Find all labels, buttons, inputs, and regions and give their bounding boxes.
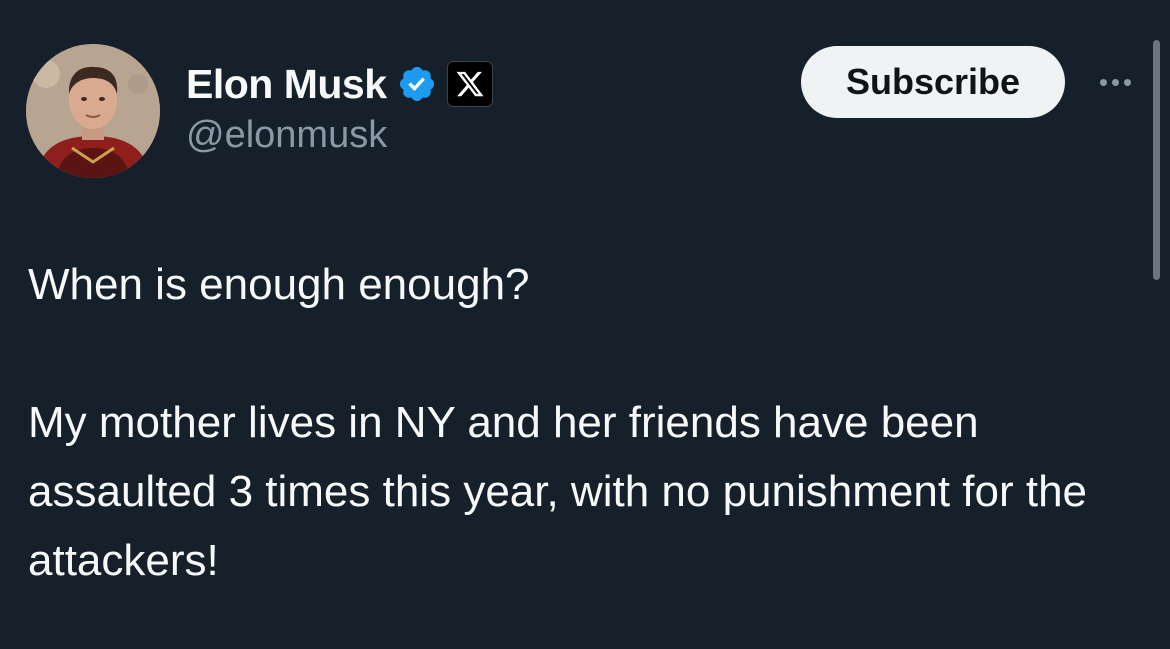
- tweet-text: When is enough enough? My mother lives i…: [28, 250, 1138, 595]
- tweet-paragraph: My mother lives in NY and her friends ha…: [28, 398, 1088, 585]
- more-horizontal-icon[interactable]: [1091, 64, 1139, 100]
- scrollbar[interactable]: [1153, 40, 1160, 280]
- x-logo-icon[interactable]: [446, 61, 493, 107]
- avatar[interactable]: [26, 44, 160, 178]
- more-dot: [1111, 78, 1119, 86]
- tweet-card: Elon Musk @elonmusk Subscribe When is en…: [0, 0, 1170, 649]
- author-handle[interactable]: @elonmusk: [186, 114, 387, 157]
- tweet-paragraph: When is enough enough?: [28, 260, 530, 309]
- more-dot: [1099, 78, 1107, 86]
- subscribe-button[interactable]: Subscribe: [801, 46, 1065, 118]
- author-name-row: Elon Musk: [186, 56, 493, 112]
- more-dot: [1123, 78, 1131, 86]
- verified-badge-icon[interactable]: [397, 64, 437, 104]
- author-display-name[interactable]: Elon Musk: [186, 61, 387, 108]
- avatar-image: [26, 44, 160, 178]
